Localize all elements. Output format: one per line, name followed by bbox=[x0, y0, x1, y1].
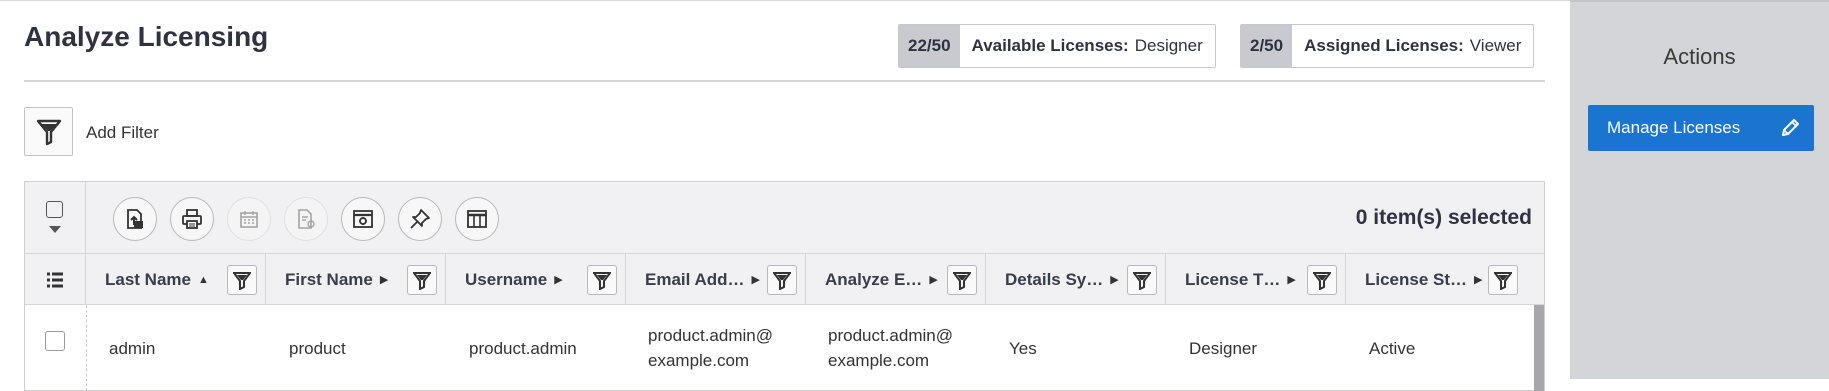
available-licenses-count: 22/50 bbox=[899, 25, 960, 67]
vertical-scrollbar[interactable] bbox=[1534, 305, 1544, 391]
columns-button[interactable] bbox=[455, 197, 499, 241]
manage-licenses-label: Manage Licenses bbox=[1607, 118, 1741, 137]
table-row[interactable]: admin product product.admin product.admi… bbox=[25, 305, 1544, 391]
pin-icon bbox=[410, 209, 430, 229]
column-label: Details Sy… bbox=[1005, 269, 1104, 289]
schedule-report-icon bbox=[298, 209, 315, 229]
funnel-icon bbox=[593, 271, 611, 290]
column-filter-button[interactable] bbox=[407, 265, 437, 295]
column-filter-button[interactable] bbox=[1127, 265, 1157, 295]
column-filter-button[interactable] bbox=[1307, 265, 1337, 295]
calendar-icon bbox=[240, 211, 258, 228]
assigned-licenses-label: Assigned Licenses: bbox=[1304, 36, 1464, 55]
column-header-username[interactable]: Username ▶ bbox=[446, 254, 626, 305]
export-icon bbox=[127, 209, 143, 229]
add-filter-label[interactable]: Add Filter bbox=[86, 123, 159, 143]
column-header-license-type[interactable]: License T… ▶ bbox=[1166, 254, 1346, 305]
title-divider bbox=[24, 80, 1545, 82]
column-label: First Name bbox=[285, 269, 373, 289]
sort-icon: ▶ bbox=[751, 274, 760, 286]
select-all-dropdown[interactable] bbox=[25, 182, 86, 254]
assigned-licenses-badge: 2/50 Assigned Licenses: Viewer bbox=[1240, 24, 1535, 68]
export-button[interactable] bbox=[113, 197, 157, 241]
funnel-icon bbox=[773, 271, 791, 290]
cell-license-type: Designer bbox=[1189, 338, 1258, 358]
column-header-first-name[interactable]: First Name ▶ bbox=[266, 254, 446, 305]
funnel-icon bbox=[413, 271, 431, 290]
settings-window-icon bbox=[353, 210, 373, 228]
cell-license-status: Active bbox=[1369, 338, 1416, 358]
print-icon bbox=[182, 209, 202, 229]
sort-icon: ▶ bbox=[554, 274, 563, 286]
funnel-icon bbox=[1494, 271, 1512, 290]
column-header-license-status[interactable]: License St… ▶ bbox=[1346, 254, 1544, 305]
schedule-report-button[interactable] bbox=[284, 197, 328, 241]
grid-header: Last Name ▲ First Name ▶ Username ▶ Emai… bbox=[25, 254, 1544, 305]
column-label: Username bbox=[465, 269, 548, 289]
assigned-licenses-count: 2/50 bbox=[1241, 25, 1293, 67]
sort-ascending-icon: ▲ bbox=[197, 273, 209, 286]
row-checkbox[interactable] bbox=[45, 331, 65, 351]
sort-icon: ▶ bbox=[1287, 274, 1296, 286]
column-filter-button[interactable] bbox=[947, 265, 977, 295]
add-filter-button[interactable] bbox=[24, 107, 73, 156]
available-licenses-type: Designer bbox=[1134, 36, 1203, 55]
funnel-icon bbox=[1313, 271, 1331, 290]
assigned-licenses-type: Viewer bbox=[1469, 36, 1522, 55]
sort-icon: ▶ bbox=[929, 274, 938, 286]
column-chooser[interactable] bbox=[25, 254, 86, 305]
cell-email: product.admin@ example.com bbox=[648, 326, 773, 370]
settings-window-button[interactable] bbox=[341, 197, 385, 241]
funnel-icon bbox=[36, 119, 61, 145]
sort-icon: ▶ bbox=[1474, 274, 1483, 286]
pencil-icon bbox=[1782, 119, 1799, 136]
column-filter-button[interactable] bbox=[767, 265, 797, 295]
cell-first-name: product bbox=[289, 338, 346, 358]
cell-last-name: admin bbox=[109, 338, 156, 358]
column-label: Last Name bbox=[105, 269, 191, 289]
available-licenses-label: Available Licenses: bbox=[971, 36, 1129, 55]
manage-licenses-button[interactable]: Manage Licenses bbox=[1588, 105, 1814, 151]
actions-sidebar: Actions Manage Licenses bbox=[1570, 0, 1829, 379]
columns-icon bbox=[467, 210, 487, 228]
row-divider bbox=[86, 305, 87, 391]
column-filter-button[interactable] bbox=[227, 265, 257, 295]
column-header-analyze-email[interactable]: Analyze E… ▶ bbox=[806, 254, 986, 305]
column-filter-button[interactable] bbox=[1488, 265, 1518, 295]
available-licenses-badge: 22/50 Available Licenses: Designer bbox=[898, 24, 1216, 68]
column-label: License T… bbox=[1185, 269, 1281, 289]
funnel-icon bbox=[233, 271, 251, 290]
cell-details-sync: Yes bbox=[1009, 338, 1037, 358]
funnel-icon bbox=[1133, 271, 1151, 290]
column-header-email[interactable]: Email Add… ▶ bbox=[626, 254, 806, 305]
main-panel: Analyze Licensing 22/50 Available Licens… bbox=[0, 0, 1570, 391]
print-button[interactable] bbox=[170, 197, 214, 241]
select-all-checkbox[interactable] bbox=[46, 201, 63, 218]
column-label: Analyze E… bbox=[825, 269, 923, 289]
cell-username: product.admin bbox=[469, 338, 577, 358]
list-icon bbox=[47, 272, 63, 287]
chevron-down-icon bbox=[49, 226, 61, 233]
pin-button[interactable] bbox=[398, 197, 442, 241]
column-header-details-sync[interactable]: Details Sy… ▶ bbox=[986, 254, 1166, 305]
column-header-last-name[interactable]: Last Name ▲ bbox=[86, 254, 266, 305]
page-title: Analyze Licensing bbox=[24, 21, 269, 52]
calendar-button[interactable] bbox=[227, 197, 271, 241]
column-label: License St… bbox=[1365, 269, 1468, 289]
grid-toolbar: 0 item(s) selected bbox=[25, 182, 1544, 254]
license-grid: 0 item(s) selected Last Name ▲ First Nam… bbox=[24, 181, 1545, 391]
sort-icon: ▶ bbox=[1110, 274, 1119, 286]
selected-count: 0 item(s) selected bbox=[1355, 206, 1532, 229]
actions-title: Actions bbox=[1663, 44, 1736, 69]
column-filter-button[interactable] bbox=[587, 265, 617, 295]
sort-icon: ▶ bbox=[379, 274, 389, 286]
cell-analyze-email: product.admin@ example.com bbox=[828, 326, 953, 370]
column-label: Email Add… bbox=[645, 269, 745, 289]
funnel-icon bbox=[953, 271, 971, 290]
